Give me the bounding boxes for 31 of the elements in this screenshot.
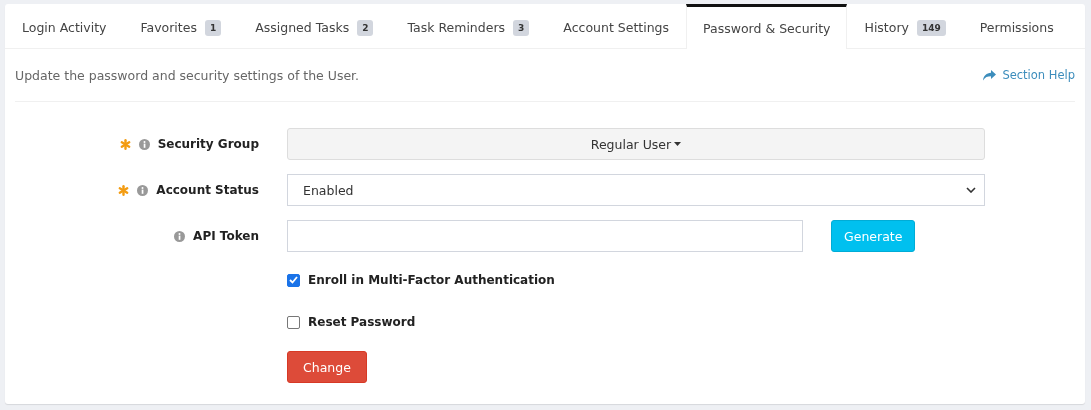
tab[interactable]: Account Settings — [546, 4, 687, 48]
info-icon[interactable] — [137, 184, 149, 196]
chevron-down-icon — [966, 187, 976, 193]
tab[interactable]: Favorites 1 — [123, 4, 239, 48]
checkbox-option[interactable]: Enroll in Multi-Factor Authentication — [287, 259, 1075, 301]
account-status-select[interactable]: Enabled — [287, 174, 985, 206]
count-badge: 149 — [916, 19, 946, 36]
checkbox[interactable] — [287, 273, 300, 287]
count-badge: 1 — [204, 19, 222, 36]
checkbox[interactable] — [287, 315, 300, 329]
count-badge: 2 — [357, 19, 374, 36]
section-description: Update the password and security settings of the User. — [15, 67, 360, 83]
tab[interactable]: Task Reminders 3 — [390, 4, 547, 48]
info-icon[interactable] — [138, 138, 150, 150]
field-label: API Token — [193, 229, 259, 243]
change-button[interactable]: Change — [287, 351, 367, 383]
tab[interactable]: Login Activity — [5, 4, 124, 48]
section-help-link[interactable]: Section Help — [983, 68, 1075, 82]
tab[interactable]: Assigned Tasks 2 — [238, 4, 391, 48]
share-arrow-icon — [983, 69, 997, 81]
tab[interactable]: Permissions — [962, 4, 1071, 48]
field-label: Account Status — [156, 183, 259, 197]
tab[interactable]: History 149 — [847, 4, 963, 48]
tab[interactable]: Password & Security — [686, 4, 848, 49]
api-token-field[interactable] — [287, 220, 803, 252]
caret-icon — [674, 142, 682, 146]
field-label: Security Group — [157, 137, 259, 151]
checkbox-option[interactable]: Reset Password — [287, 301, 1075, 343]
count-badge: 3 — [513, 19, 530, 36]
security-group-dropdown[interactable]: Regular User — [287, 128, 985, 160]
info-icon[interactable] — [174, 230, 186, 242]
